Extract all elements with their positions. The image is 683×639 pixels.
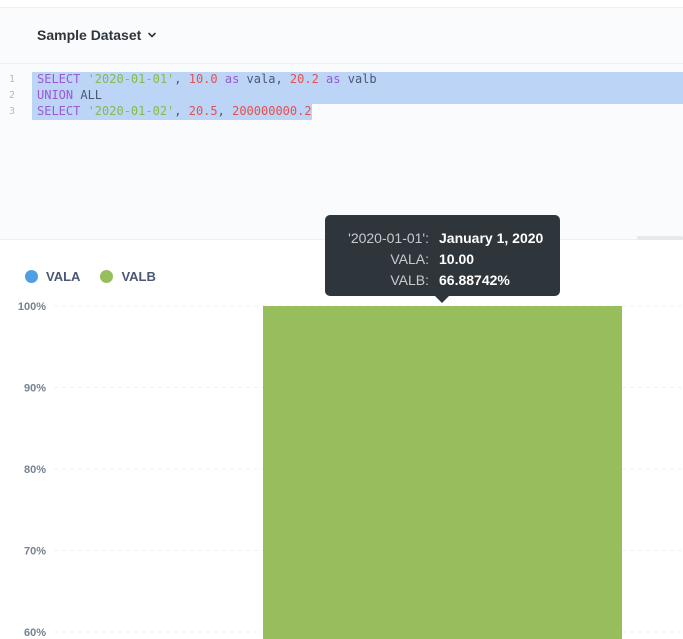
header-edge [0,0,683,8]
bar-chart: 100% 90% 80% 70% 60% [18,301,683,639]
tooltip-key: VALB: [390,271,429,288]
code-token: 10.0 [188,72,218,86]
tooltip-value: 66.88742% [439,271,510,288]
chevron-down-icon [148,32,157,38]
code-token: , [174,104,189,118]
code-token: SELECT [37,104,88,118]
code-token: as [326,72,341,86]
code-token: , [217,104,233,118]
legend-item-valb[interactable]: VALB [100,269,156,284]
legend-label: VALB [121,269,156,284]
tooltip-value: 10.00 [439,250,475,267]
y-tick-label: 60% [24,627,46,639]
code-token: as [224,72,240,86]
chart-tooltip: '2020-01-01': January 1, 2020 VALA: 10.0… [325,215,560,303]
code-token: '2020-01-02' [87,104,175,118]
legend-dot [25,270,38,283]
editor-resize-handle[interactable] [637,236,683,240]
code-token: 20.2 [289,72,319,86]
code-token: 200000000.2 [232,104,312,118]
code-token: valb [340,72,377,86]
code-token: UNION [37,88,74,102]
tooltip-key: '2020-01-01': [348,229,429,246]
chart-legend: VALA VALB [25,269,156,284]
line-number: 2 [8,90,16,101]
tooltip-key: VALA: [390,250,429,267]
bar-valb[interactable] [263,306,622,639]
line-number: 1 [8,74,16,85]
tooltip-value: January 1, 2020 [439,229,544,246]
legend-dot [100,270,114,283]
y-tick-label: 80% [24,464,46,476]
code-token: ALL [73,88,103,102]
code-line: SELECT '2020-01-01', 10.0 as vala, 20.2 … [37,72,377,86]
code-token: vala, [239,72,290,86]
legend-item-vala[interactable]: VALA [25,269,80,284]
code-line: UNION ALL [37,88,102,102]
database-picker-label: Sample Dataset [37,27,142,43]
database-picker[interactable]: Sample Dataset [37,27,157,43]
y-tick-label: 90% [24,383,46,395]
sql-editor[interactable]: 1 2 3 SELECT '2020-01-01', 10.0 as vala,… [0,64,683,240]
tooltip-row: '2020-01-01': January 1, 2020 [341,227,544,248]
code-token: SELECT [37,72,88,86]
tooltip-row: VALA: 10.00 [341,248,544,269]
tooltip-row: VALB: 66.88742% [341,269,544,290]
legend-label: VALA [46,269,81,284]
code-line: SELECT '2020-01-02', 20.5, 200000000.2 [37,104,312,118]
top-header: Sample Dataset [0,0,683,64]
line-number: 3 [8,106,16,117]
y-tick-label: 70% [24,546,46,558]
code-token: , [174,72,189,86]
code-token: '2020-01-01' [87,72,175,86]
code-token: 20.5 [188,104,218,118]
y-tick-label: 100% [18,301,46,313]
